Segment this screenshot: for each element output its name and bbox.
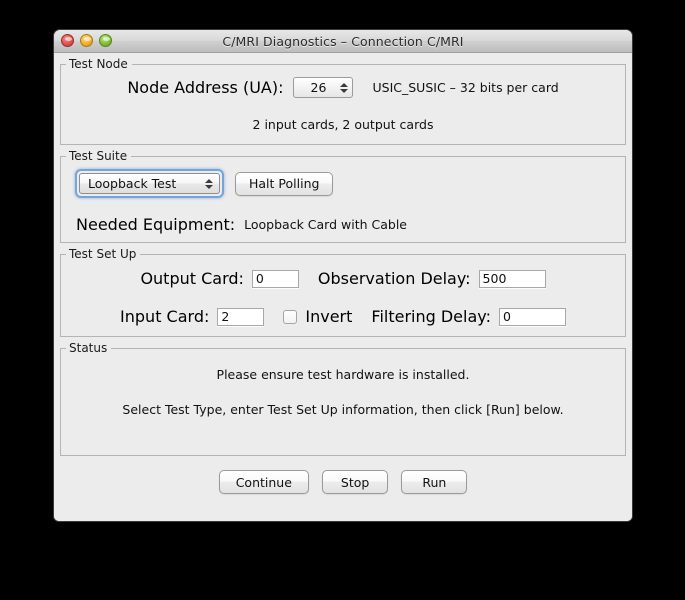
close-button[interactable] (61, 34, 74, 47)
halt-polling-button[interactable]: Halt Polling (235, 171, 334, 196)
title-bar[interactable]: C/MRI Diagnostics – Connection C/MRI (54, 30, 632, 53)
card-counts-text: 2 input cards, 2 output cards (252, 117, 434, 132)
chevron-down-icon[interactable] (205, 184, 213, 189)
window-content: Test Node Node Address (UA): 26 USIC_SUS… (54, 57, 632, 521)
stepper-arrows-icon[interactable] (339, 82, 348, 93)
window-controls (61, 34, 112, 47)
test-setup-legend: Test Set Up (69, 247, 137, 261)
chevron-up-icon[interactable] (205, 178, 213, 183)
test-suite-select[interactable]: Loopback Test (79, 173, 220, 194)
needed-equipment-label: Needed Equipment: (76, 215, 236, 234)
invert-label: Invert (305, 307, 353, 326)
filtering-delay-label: Filtering Delay: (371, 307, 491, 326)
node-address-value: 26 (310, 80, 327, 95)
test-suite-group: Test Suite Loopback Test Halt Polling Ne… (60, 149, 626, 243)
test-node-group: Test Node Node Address (UA): 26 USIC_SUS… (60, 57, 626, 145)
continue-button[interactable]: Continue (218, 470, 309, 494)
node-address-stepper[interactable]: 26 (292, 77, 353, 98)
node-address-label: Node Address (UA): (127, 78, 284, 97)
select-arrows-icon[interactable] (205, 178, 213, 189)
test-suite-selected-value: Loopback Test (88, 176, 177, 191)
input-card-input[interactable]: 2 (217, 307, 265, 326)
observation-delay-label: Observation Delay: (317, 269, 471, 288)
window-title: C/MRI Diagnostics – Connection C/MRI (222, 33, 464, 49)
status-body: Please ensure test hardware is installed… (61, 355, 625, 455)
test-suite-select-focus-ring: Loopback Test (75, 169, 224, 198)
zoom-button[interactable] (99, 34, 112, 47)
card-info-text: USIC_SUSIC – 32 bits per card (372, 80, 559, 95)
invert-checkbox[interactable] (283, 309, 298, 324)
chevron-down-icon[interactable] (339, 88, 348, 93)
footer-buttons: Continue Stop Run (54, 456, 632, 494)
output-card-label: Output Card: (140, 269, 244, 288)
test-setup-group: Test Set Up Output Card: 0 Observation D… (60, 247, 626, 337)
needed-equipment-value: Loopback Card with Cable (244, 217, 407, 232)
output-card-input[interactable]: 0 (251, 269, 299, 288)
observation-delay-input[interactable]: 500 (478, 269, 546, 288)
minimize-button[interactable] (80, 34, 93, 47)
status-group: Status Please ensure test hardware is in… (60, 341, 626, 456)
test-node-legend: Test Node (69, 57, 128, 71)
stop-button[interactable]: Stop (321, 470, 389, 494)
filtering-delay-input[interactable]: 0 (498, 307, 566, 326)
status-line-2: Select Test Type, enter Test Set Up info… (122, 402, 564, 417)
input-card-label: Input Card: (120, 307, 210, 326)
status-legend: Status (69, 341, 108, 355)
chevron-up-icon[interactable] (339, 82, 348, 87)
app-window: C/MRI Diagnostics – Connection C/MRI Tes… (53, 29, 633, 522)
run-button[interactable]: Run (401, 470, 468, 494)
test-suite-legend: Test Suite (69, 149, 128, 163)
status-line-1: Please ensure test hardware is installed… (216, 367, 470, 382)
